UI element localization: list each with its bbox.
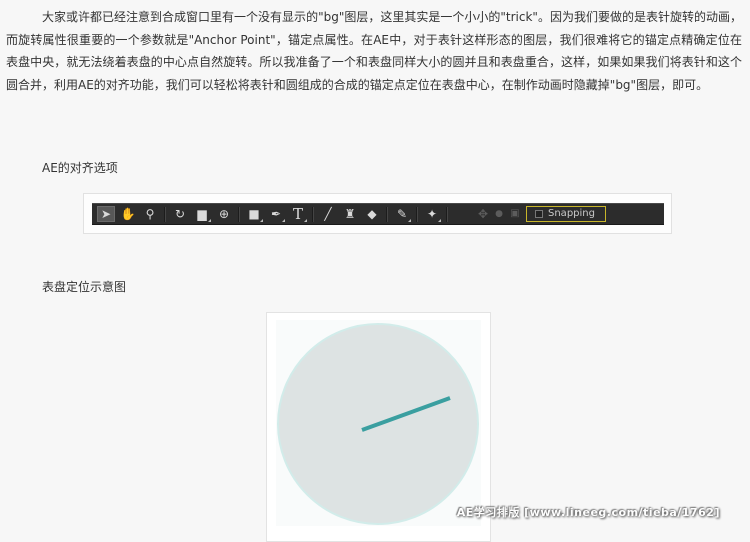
toolbar-divider: [416, 207, 418, 222]
toolbar-divider: [238, 207, 240, 222]
selection-tool-icon[interactable]: ➤: [97, 206, 115, 222]
watermark: AE学习排版 [www.lineeg.com/tieba/1762]: [456, 506, 720, 519]
snapping-checkbox[interactable]: [535, 210, 543, 218]
rectangle-tool-icon[interactable]: ■: [245, 206, 263, 222]
puppet-pin-tool-icon[interactable]: ✦: [423, 206, 441, 222]
toolbar-divider: [312, 207, 314, 222]
toolbar-divider: [386, 207, 388, 222]
pen-tool-icon[interactable]: ✒: [267, 206, 285, 222]
clone-stamp-tool-icon[interactable]: ♜: [341, 206, 359, 222]
toolbar-divider: [446, 207, 448, 222]
type-tool-icon[interactable]: T: [289, 206, 307, 222]
article-paragraph: 大家或许都已经注意到合成窗口里有一个没有显示的"bg"图层，这里其实是一个小小的…: [6, 10, 742, 92]
snapping-toggle[interactable]: Snapping: [526, 206, 606, 222]
camera-tool-icon[interactable]: ▆: [193, 206, 211, 222]
roto-brush-tool-icon[interactable]: ✎: [393, 206, 411, 222]
caption-dial-diagram: 表盘定位示意图: [42, 280, 127, 294]
pan-behind-tool-icon[interactable]: ⊕: [215, 206, 233, 222]
eraser-tool-icon[interactable]: ◆: [363, 206, 381, 222]
toolbar-divider: [164, 207, 166, 222]
zoom-tool-icon[interactable]: ⚲: [141, 206, 159, 222]
caption-align-options: AE的对齐选项: [42, 161, 118, 175]
brush-tool-icon[interactable]: ╱: [319, 206, 337, 222]
dial-diagram: [276, 320, 481, 526]
rotate-tool-icon[interactable]: ↻: [171, 206, 189, 222]
hand-tool-icon[interactable]: ✋: [119, 206, 137, 222]
view-axis-icon[interactable]: ▣: [506, 206, 524, 222]
snapping-label: Snapping: [548, 208, 595, 219]
